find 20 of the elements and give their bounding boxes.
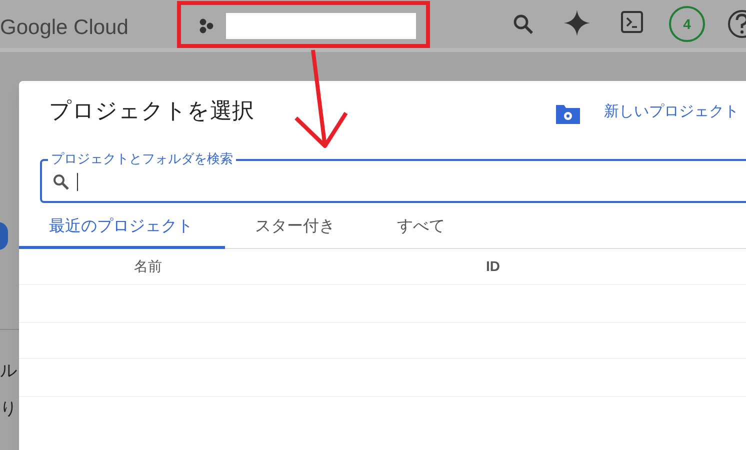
hexagon-dots-icon xyxy=(198,18,216,34)
help-icon[interactable] xyxy=(727,9,746,39)
dialog-title: プロジェクトを選択 xyxy=(49,97,254,125)
column-header: 名前 xyxy=(134,257,162,276)
terminal-icon[interactable] xyxy=(621,11,643,33)
page-heading: ル xyxy=(0,362,17,379)
tab[interactable]: 最近のプロジェクト xyxy=(19,208,225,249)
folder-gear-icon[interactable] xyxy=(555,103,581,125)
sparkle-icon[interactable] xyxy=(563,9,591,37)
column-header: ID xyxy=(486,257,500,276)
search-icon xyxy=(52,173,69,190)
google-cloud-logo[interactable]: Google Cloud xyxy=(0,12,128,44)
new-project-link[interactable]: 新しいプロジェクト xyxy=(604,101,739,124)
search-field-label: プロジェクトとフォルダを検索 xyxy=(48,151,236,167)
search-icon[interactable] xyxy=(511,12,535,36)
text-cursor xyxy=(77,173,78,191)
tab[interactable]: すべて xyxy=(367,208,509,249)
tab[interactable]: スター付き xyxy=(225,208,367,249)
project-field[interactable] xyxy=(226,12,416,38)
page-text: り xyxy=(0,400,17,417)
